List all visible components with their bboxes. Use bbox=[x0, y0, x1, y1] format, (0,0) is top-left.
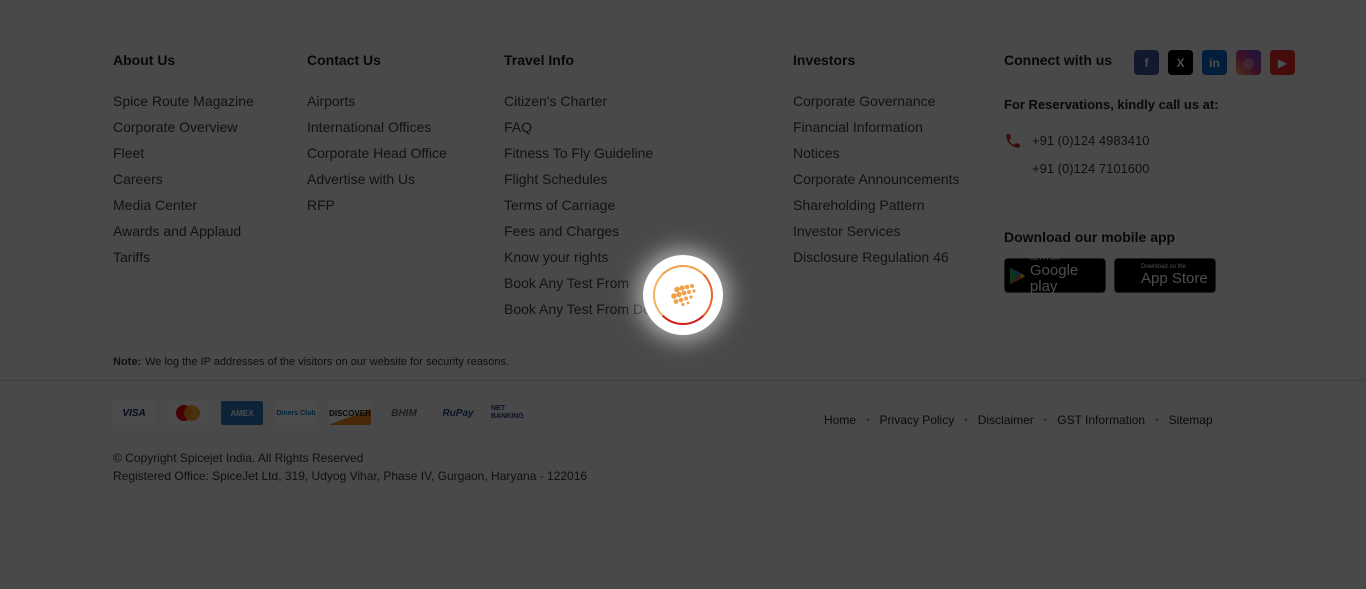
x-icon[interactable]: X bbox=[1168, 50, 1193, 75]
link-financial-information[interactable]: Financial Information bbox=[793, 114, 960, 140]
link-terms-of-carriage[interactable]: Terms of Carriage bbox=[504, 192, 665, 218]
footer-column-about: About Us Spice Route Magazine Corporate … bbox=[113, 52, 254, 270]
download-app-label: Download our mobile app bbox=[1004, 229, 1176, 245]
footer-divider bbox=[0, 380, 1366, 381]
link-book-any-test[interactable]: Book Any Test From bbox=[504, 270, 665, 296]
loading-spinner bbox=[643, 255, 723, 335]
column-heading-travel: Travel Info bbox=[504, 52, 575, 68]
youtube-icon[interactable]: ▶ bbox=[1270, 50, 1295, 75]
link-privacy-policy[interactable]: Privacy Policy bbox=[880, 413, 955, 427]
link-investor-services[interactable]: Investor Services bbox=[793, 218, 960, 244]
link-gst-information[interactable]: GST Information bbox=[1057, 413, 1145, 427]
copyright-line-1: © Copyright Spicejet India. All Rights R… bbox=[113, 451, 364, 465]
bhim-icon: BHIM bbox=[391, 407, 417, 419]
link-fitness-to-fly[interactable]: Fitness To Fly Guideline bbox=[504, 140, 665, 166]
amex-icon: AMEX bbox=[221, 401, 263, 425]
footer-column-connect: Connect with us bbox=[1004, 52, 1112, 88]
link-awards[interactable]: Awards and Applaud bbox=[113, 218, 254, 244]
link-disclosure-regulation[interactable]: Disclosure Regulation 46 bbox=[793, 244, 960, 270]
footer-column-investors: Investors Corporate Governance Financial… bbox=[793, 52, 960, 270]
instagram-icon[interactable]: ◎ bbox=[1236, 50, 1261, 75]
mastercard-icon bbox=[167, 401, 209, 425]
phone-icon bbox=[1006, 134, 1020, 148]
google-play-icon bbox=[1009, 267, 1025, 284]
link-corporate-overview[interactable]: Corporate Overview bbox=[113, 114, 254, 140]
google-play-big: Google play bbox=[1029, 262, 1079, 295]
link-spice-route-magazine[interactable]: Spice Route Magazine bbox=[113, 88, 254, 114]
link-citizens-charter[interactable]: Citizen's Charter bbox=[504, 88, 665, 114]
column-heading-about: About Us bbox=[113, 52, 176, 68]
link-separator: • bbox=[1043, 414, 1048, 426]
spicejet-logo-icon bbox=[671, 284, 696, 307]
diners-club-icon: Diners Club bbox=[275, 401, 317, 425]
link-advertise[interactable]: Advertise with Us bbox=[307, 166, 447, 192]
discover-icon: DISCOVER bbox=[329, 401, 371, 425]
security-note: Note: We log the IP addresses of the visi… bbox=[113, 356, 509, 368]
link-separator: • bbox=[866, 414, 870, 426]
link-shareholding-pattern[interactable]: Shareholding Pattern bbox=[793, 192, 960, 218]
link-fleet[interactable]: Fleet bbox=[113, 140, 254, 166]
link-tariffs[interactable]: Tariffs bbox=[113, 244, 254, 270]
link-notices[interactable]: Notices bbox=[793, 140, 960, 166]
copyright: © Copyright Spicejet India. All Rights R… bbox=[113, 449, 587, 485]
link-book-any-test-delhi[interactable]: Book Any Test From Delhi bbox=[504, 296, 665, 322]
link-know-your-rights[interactable]: Know your rights bbox=[504, 244, 665, 270]
bottom-links: Home • Privacy Policy • Disclaimer • GST… bbox=[824, 413, 1213, 427]
link-home[interactable]: Home bbox=[824, 413, 856, 427]
phone-number-1[interactable]: +91 (0)124 4983410 bbox=[1032, 133, 1149, 148]
link-corporate-head-office[interactable]: Corporate Head Office bbox=[307, 140, 447, 166]
column-heading-connect: Connect with us bbox=[1004, 52, 1113, 68]
link-separator: • bbox=[1155, 414, 1159, 426]
link-fees-and-charges[interactable]: Fees and Charges bbox=[504, 218, 665, 244]
column-heading-investors: Investors bbox=[793, 52, 856, 68]
link-flight-schedules[interactable]: Flight Schedules bbox=[504, 166, 665, 192]
link-media-center[interactable]: Media Center bbox=[113, 192, 254, 218]
net-banking-icon: NET BANKING bbox=[491, 405, 524, 420]
link-rfp[interactable]: RFP bbox=[307, 192, 447, 218]
app-store-button[interactable]: Download on the App Store bbox=[1114, 258, 1216, 293]
copyright-line-2: Registered Office: SpiceJet Ltd, 319, Ud… bbox=[113, 469, 588, 483]
link-careers[interactable]: Careers bbox=[113, 166, 254, 192]
link-international-offices[interactable]: International Offices bbox=[307, 114, 447, 140]
link-corporate-governance[interactable]: Corporate Governance bbox=[793, 88, 960, 114]
reservations-label: For Reservations, kindly call us at: bbox=[1004, 97, 1219, 112]
link-sitemap[interactable]: Sitemap bbox=[1169, 413, 1213, 427]
rupay-icon: RuPay bbox=[442, 407, 474, 419]
app-store-big: App Store bbox=[1141, 270, 1208, 287]
note-label: Note: bbox=[113, 356, 142, 368]
google-play-button[interactable]: GET IT ON Google play bbox=[1004, 256, 1106, 295]
facebook-icon[interactable]: f bbox=[1134, 50, 1159, 75]
link-disclaimer[interactable]: Disclaimer bbox=[978, 413, 1034, 427]
social-links: f X in ◎ ▶ bbox=[1134, 50, 1295, 75]
linkedin-icon[interactable]: in bbox=[1202, 50, 1227, 75]
link-faq[interactable]: FAQ bbox=[504, 114, 665, 140]
footer-column-travel: Travel Info Citizen's Charter FAQ Fitnes… bbox=[504, 52, 665, 322]
phone-number-2[interactable]: +91 (0)124 7101600 bbox=[1032, 161, 1149, 176]
link-corporate-announcements[interactable]: Corporate Announcements bbox=[793, 166, 960, 192]
footer-column-contact: Contact Us Airports International Office… bbox=[307, 52, 447, 218]
payment-methods: VISA AMEX Diners Club DISCOVER BHIM RuPa… bbox=[113, 401, 533, 425]
visa-icon: VISA bbox=[113, 401, 155, 425]
link-airports[interactable]: Airports bbox=[307, 88, 447, 114]
spinner-ring bbox=[653, 265, 713, 325]
link-separator: • bbox=[964, 414, 968, 426]
note-text: We log the IP addresses of the visitors … bbox=[145, 356, 510, 368]
column-heading-contact: Contact Us bbox=[307, 52, 381, 68]
